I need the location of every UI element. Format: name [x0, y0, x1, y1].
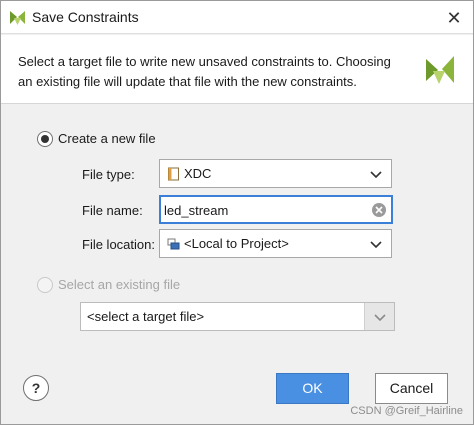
close-icon: ✕ [446, 8, 462, 28]
create-new-file-radio[interactable] [37, 131, 53, 147]
file-name-field[interactable] [159, 195, 393, 224]
vivado-logo-icon [10, 11, 25, 25]
clear-icon[interactable] [371, 202, 387, 218]
dialog-header: Select a target file to write new unsave… [1, 35, 473, 104]
select-existing-file-label[interactable]: Select an existing file [58, 277, 180, 292]
file-location-dropdown[interactable]: <Local to Project> [159, 229, 392, 258]
target-file-value: <select a target file> [87, 309, 205, 324]
file-location-label: File location: [82, 237, 155, 252]
file-type-value: XDC [184, 166, 212, 181]
chevron-down-icon [370, 171, 382, 179]
help-icon: ? [31, 380, 41, 396]
file-type-label: File type: [82, 167, 135, 182]
dropdown-toggle [364, 303, 394, 330]
location-icon [167, 238, 180, 250]
file-name-input[interactable] [164, 200, 364, 220]
file-location-value: <Local to Project> [184, 236, 289, 251]
description-text: Select a target file to write new unsave… [18, 54, 391, 89]
close-button[interactable]: ✕ [443, 7, 465, 29]
vivado-logo-icon [426, 56, 454, 84]
cancel-button[interactable]: Cancel [375, 373, 448, 404]
target-file-dropdown[interactable]: <select a target file> [80, 302, 395, 331]
ok-button[interactable]: OK [276, 373, 349, 404]
file-icon [168, 167, 179, 181]
select-existing-file-radio[interactable] [37, 277, 53, 293]
save-constraints-dialog: Save Constraints ✕ Select a target file … [0, 0, 474, 425]
file-type-dropdown[interactable]: XDC [159, 159, 392, 188]
create-new-file-label[interactable]: Create a new file [58, 131, 156, 146]
file-name-label: File name: [82, 203, 143, 218]
dialog-title: Save Constraints [32, 9, 139, 25]
title-bar: Save Constraints ✕ [1, 1, 473, 34]
chevron-down-icon [374, 314, 386, 322]
help-button[interactable]: ? [23, 375, 49, 401]
chevron-down-icon [370, 241, 382, 249]
watermark: CSDN @Greif_Hairline [350, 405, 463, 417]
